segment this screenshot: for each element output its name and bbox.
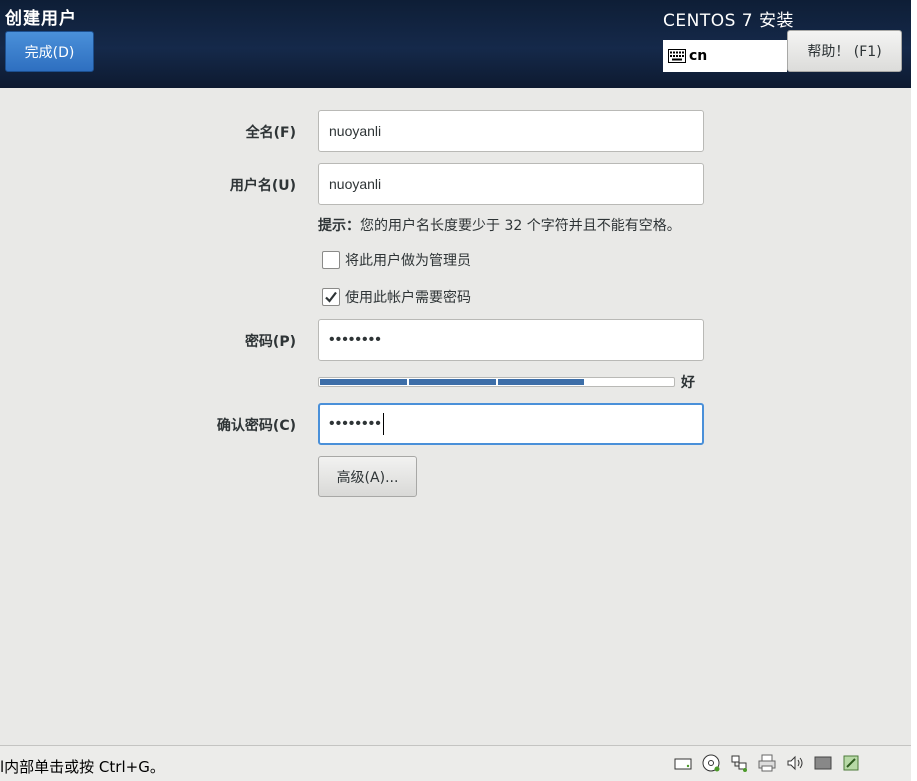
password-input[interactable]: •••••••• bbox=[318, 319, 704, 361]
sound-icon[interactable] bbox=[784, 752, 806, 774]
hint-prefix: 提示： bbox=[318, 218, 360, 234]
keyboard-icon bbox=[668, 49, 686, 63]
settings-icon[interactable] bbox=[840, 752, 862, 774]
network-icon[interactable] bbox=[728, 752, 750, 774]
done-button[interactable]: 完成(D) bbox=[5, 31, 94, 72]
username-label: 用户名(U) bbox=[229, 178, 296, 194]
admin-checkbox[interactable] bbox=[322, 251, 340, 269]
hard-disk-icon[interactable] bbox=[672, 752, 694, 774]
display-icon[interactable] bbox=[812, 752, 834, 774]
help-button[interactable]: 帮助！ (F1) bbox=[787, 30, 902, 72]
fullname-value: nuoyanli bbox=[329, 123, 382, 139]
password-strength-bar bbox=[318, 377, 675, 387]
strength-segment-1 bbox=[320, 379, 407, 385]
username-hint: 提示：您的用户名长度要少于 32 个字符并且不能有空格。 bbox=[318, 215, 681, 235]
page-title: 创建用户 bbox=[5, 9, 77, 29]
admin-checkbox-row[interactable]: 将此用户做为管理员 bbox=[322, 250, 471, 270]
fullname-label: 全名(F) bbox=[245, 125, 296, 141]
printer-icon[interactable] bbox=[756, 752, 778, 774]
product-title: CENTOS 7 安装 bbox=[663, 11, 795, 31]
confirm-password-input[interactable]: •••••••• bbox=[318, 403, 704, 445]
window-edge bbox=[911, 0, 917, 781]
keyboard-layout-label: cn bbox=[689, 48, 708, 64]
confirm-password-value: •••••••• bbox=[329, 415, 382, 432]
confirm-password-label: 确认密码(C) bbox=[216, 418, 296, 434]
fullname-input[interactable]: nuoyanli bbox=[318, 110, 704, 152]
admin-checkbox-label: 将此用户做为管理员 bbox=[345, 253, 471, 269]
status-tray bbox=[672, 752, 862, 774]
password-label: 密码(P) bbox=[244, 334, 296, 350]
password-value: •••••••• bbox=[329, 331, 382, 348]
strength-segment-3 bbox=[497, 379, 585, 385]
require-password-label: 使用此帐户需要密码 bbox=[345, 290, 471, 306]
password-strength-label: 好 bbox=[681, 375, 695, 391]
strength-segment-4 bbox=[586, 379, 673, 385]
hint-text: 您的用户名长度要少于 32 个字符并且不能有空格。 bbox=[360, 218, 681, 234]
text-caret bbox=[382, 413, 384, 435]
username-value: nuoyanli bbox=[329, 176, 382, 192]
strength-segment-2 bbox=[408, 379, 496, 385]
status-hint-text: l内部单击或按 Ctrl+G。 bbox=[0, 758, 165, 776]
top-bar: 创建用户 完成(D) CENTOS 7 安装 cn 帮助！ (F1) bbox=[0, 0, 917, 88]
vm-status-bar: l内部单击或按 Ctrl+G。 bbox=[0, 745, 917, 781]
advanced-button[interactable]: 高级(A)... bbox=[318, 456, 417, 497]
username-input[interactable]: nuoyanli bbox=[318, 163, 704, 205]
checkmark-icon bbox=[325, 291, 337, 303]
optical-drive-icon[interactable] bbox=[700, 752, 722, 774]
require-password-checkbox[interactable] bbox=[322, 288, 340, 306]
require-password-checkbox-row[interactable]: 使用此帐户需要密码 bbox=[322, 287, 471, 307]
keyboard-layout-indicator[interactable]: cn bbox=[663, 40, 787, 72]
